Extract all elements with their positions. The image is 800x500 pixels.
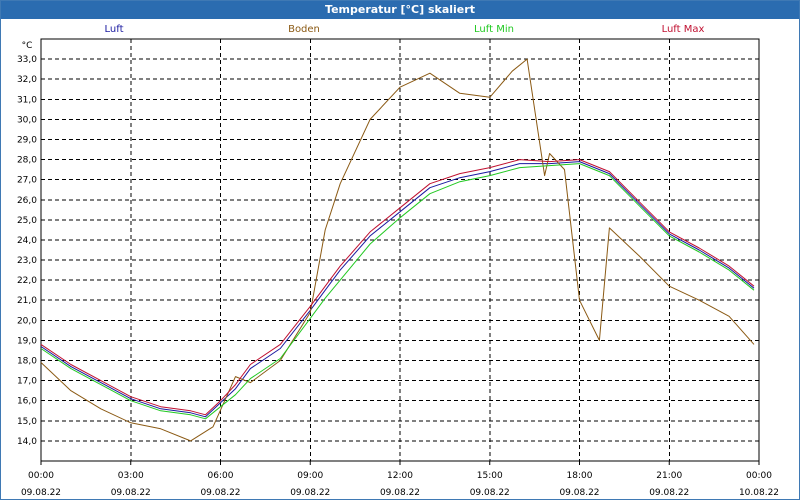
x-tick-time: 15:00 (477, 471, 503, 481)
y-tick-label: 20,0 (17, 316, 37, 326)
x-tick-time: 00:00 (28, 471, 54, 481)
y-tick-label: 32,0 (17, 75, 37, 85)
legend-item-luft-min: Luft Min (474, 24, 514, 35)
x-tick-time: 12:00 (387, 471, 413, 481)
y-tick-label: 19,0 (17, 336, 37, 346)
y-tick-label: 21,0 (17, 296, 37, 306)
legend-item-luft-max: Luft Max (662, 24, 705, 35)
y-tick-label: 14,0 (17, 437, 37, 447)
y-tick-label: 23,0 (17, 256, 37, 266)
x-tick-time: 18:00 (567, 471, 593, 481)
x-tick-time: 00:00 (746, 471, 772, 481)
x-tick-date: 09.08.22 (559, 488, 599, 498)
x-tick-date: 09.08.22 (111, 488, 151, 498)
x-tick-date: 09.08.22 (200, 488, 240, 498)
chart-window: Temperatur [°C] skaliert Luft Boden Luft M… (0, 0, 800, 500)
x-tick-time: 09:00 (297, 471, 323, 481)
x-tick-time: 06:00 (208, 471, 234, 481)
x-tick-date: 09.08.22 (290, 488, 330, 498)
window-title: Temperatur [°C] skaliert (1, 1, 799, 19)
x-tick-time: 03:00 (118, 471, 144, 481)
y-tick-label: 16,0 (17, 397, 37, 407)
y-tick-label: 31,0 (17, 95, 37, 105)
x-tick-date: 09.08.22 (649, 488, 689, 498)
y-tick-label: 15,0 (17, 417, 37, 427)
y-tick-label: 17,0 (17, 377, 37, 387)
x-tick-time: 21:00 (656, 471, 682, 481)
y-tick-label: 25,0 (17, 216, 37, 226)
y-tick-label: 22,0 (17, 276, 37, 286)
legend-item-boden: Boden (288, 24, 320, 35)
y-tick-label: 33,0 (17, 55, 37, 65)
legend: Luft Boden Luft Min Luft Max (105, 24, 705, 35)
x-tick-date: 09.08.22 (470, 488, 510, 498)
y-tick-label: 30,0 (17, 115, 37, 125)
y-axis-label: °C (22, 41, 33, 51)
y-tick-label: 24,0 (17, 236, 37, 246)
y-tick-label: 26,0 (17, 196, 37, 206)
y-tick-label: 29,0 (17, 135, 37, 145)
temperature-chart: Luft Boden Luft Min Luft Max 33,0 32,0 31,0 30… (17, 24, 779, 498)
y-tick-label: 28,0 (17, 156, 37, 166)
y-tick-label: 27,0 (17, 176, 37, 186)
legend-item-luft: Luft (105, 24, 124, 35)
x-tick-date: 09.08.22 (21, 488, 61, 498)
y-tick-label: 18,0 (17, 357, 37, 367)
x-tick-date: 09.08.22 (380, 488, 420, 498)
x-tick-date: 10.08.22 (739, 488, 779, 498)
